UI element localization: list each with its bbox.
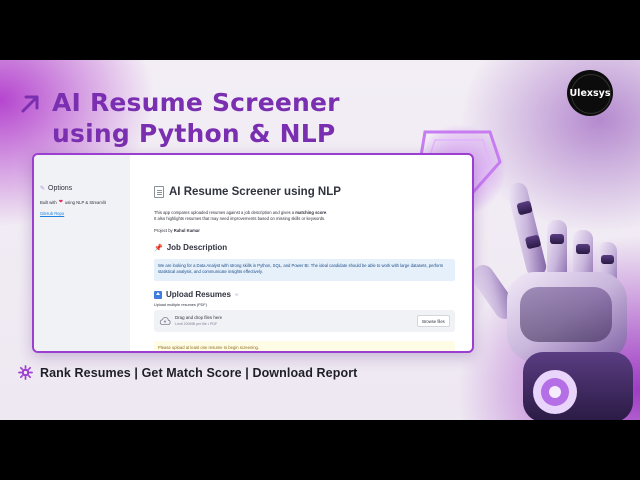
upload-label: Upload multiple resumes (PDF) (154, 303, 207, 307)
gear-icon (18, 365, 33, 380)
page-title-text: AI Resume Screener using NLP (169, 186, 341, 198)
sidebar: ✎ Options Built with ❤ using NLP & Strea… (34, 155, 130, 351)
inbox-tray-icon (154, 290, 162, 299)
sidebar-built-with: Built with ❤ using NLP & Streamlit (40, 199, 106, 205)
headline-line-2: using Python & NLP (52, 119, 336, 148)
main-content: AI Resume Screener using NLP This app co… (130, 155, 472, 351)
description-emphasis: matching score (295, 210, 327, 215)
anchor-link-icon[interactable]: ∞ (235, 292, 239, 298)
file-dropzone[interactable]: Drag and drop files here Limit 200MB per… (154, 310, 455, 332)
tagline-bar: Rank Resumes | Get Match Score | Downloa… (18, 365, 357, 380)
heart-icon: ❤ (58, 199, 63, 205)
headline: AI Resume Screener using Python & NLP (52, 87, 340, 149)
dropzone-limit: Limit 200MB per file • PDF (175, 322, 218, 326)
built-with-prefix: Built with (40, 199, 57, 205)
dropzone-text: Drag and drop files here (175, 315, 223, 320)
byline-prefix: Project by (154, 228, 174, 233)
sidebar-title: ✎ Options (40, 185, 72, 192)
byline: Project by Rahul Kumar (154, 228, 200, 233)
letterbox-top (0, 0, 640, 60)
upload-heading-text: Upload Resumes (166, 290, 231, 299)
built-with-suffix: using NLP & Streamlit (64, 199, 106, 205)
headline-line-1: AI Resume Screener (52, 88, 340, 117)
letterbox-bottom (0, 420, 640, 480)
brand-logo: Ulexsys (567, 70, 613, 116)
job-description-box: We are looking for a Data Analyst with s… (154, 259, 455, 281)
document-icon (154, 186, 164, 198)
upload-resumes-heading: Upload Resumes ∞ (154, 290, 238, 299)
sidebar-title-label: Options (48, 185, 73, 192)
upload-warning: Please upload at least one resume to beg… (154, 341, 455, 351)
byline-name: Rahul Kumar (173, 228, 200, 233)
github-repo-link[interactable]: GitHub Repo (40, 211, 64, 216)
description-text: This app compares uploaded resumes again… (154, 210, 296, 215)
job-description-heading: 📌 Job Description (154, 243, 227, 252)
cloud-upload-icon (159, 317, 171, 325)
tagline: Rank Resumes | Get Match Score | Downloa… (40, 365, 358, 380)
description-line-2: It also highlights resumes that may need… (154, 216, 326, 221)
page-title: AI Resume Screener using NLP (154, 186, 341, 198)
description-period: . (326, 210, 328, 215)
thumbnail-banner: AI Resume Screener using Python & NLP Ul… (0, 60, 640, 420)
job-description-heading-text: Job Description (166, 243, 228, 252)
wrench-icon: ✎ (40, 186, 46, 192)
arrow-up-right-icon (21, 95, 39, 113)
app-screenshot: ✎ Options Built with ❤ using NLP & Strea… (32, 153, 474, 353)
pushpin-icon: 📌 (154, 244, 163, 252)
browse-files-button[interactable]: Browse files (417, 315, 450, 327)
app-description: This app compares uploaded resumes again… (154, 210, 454, 222)
